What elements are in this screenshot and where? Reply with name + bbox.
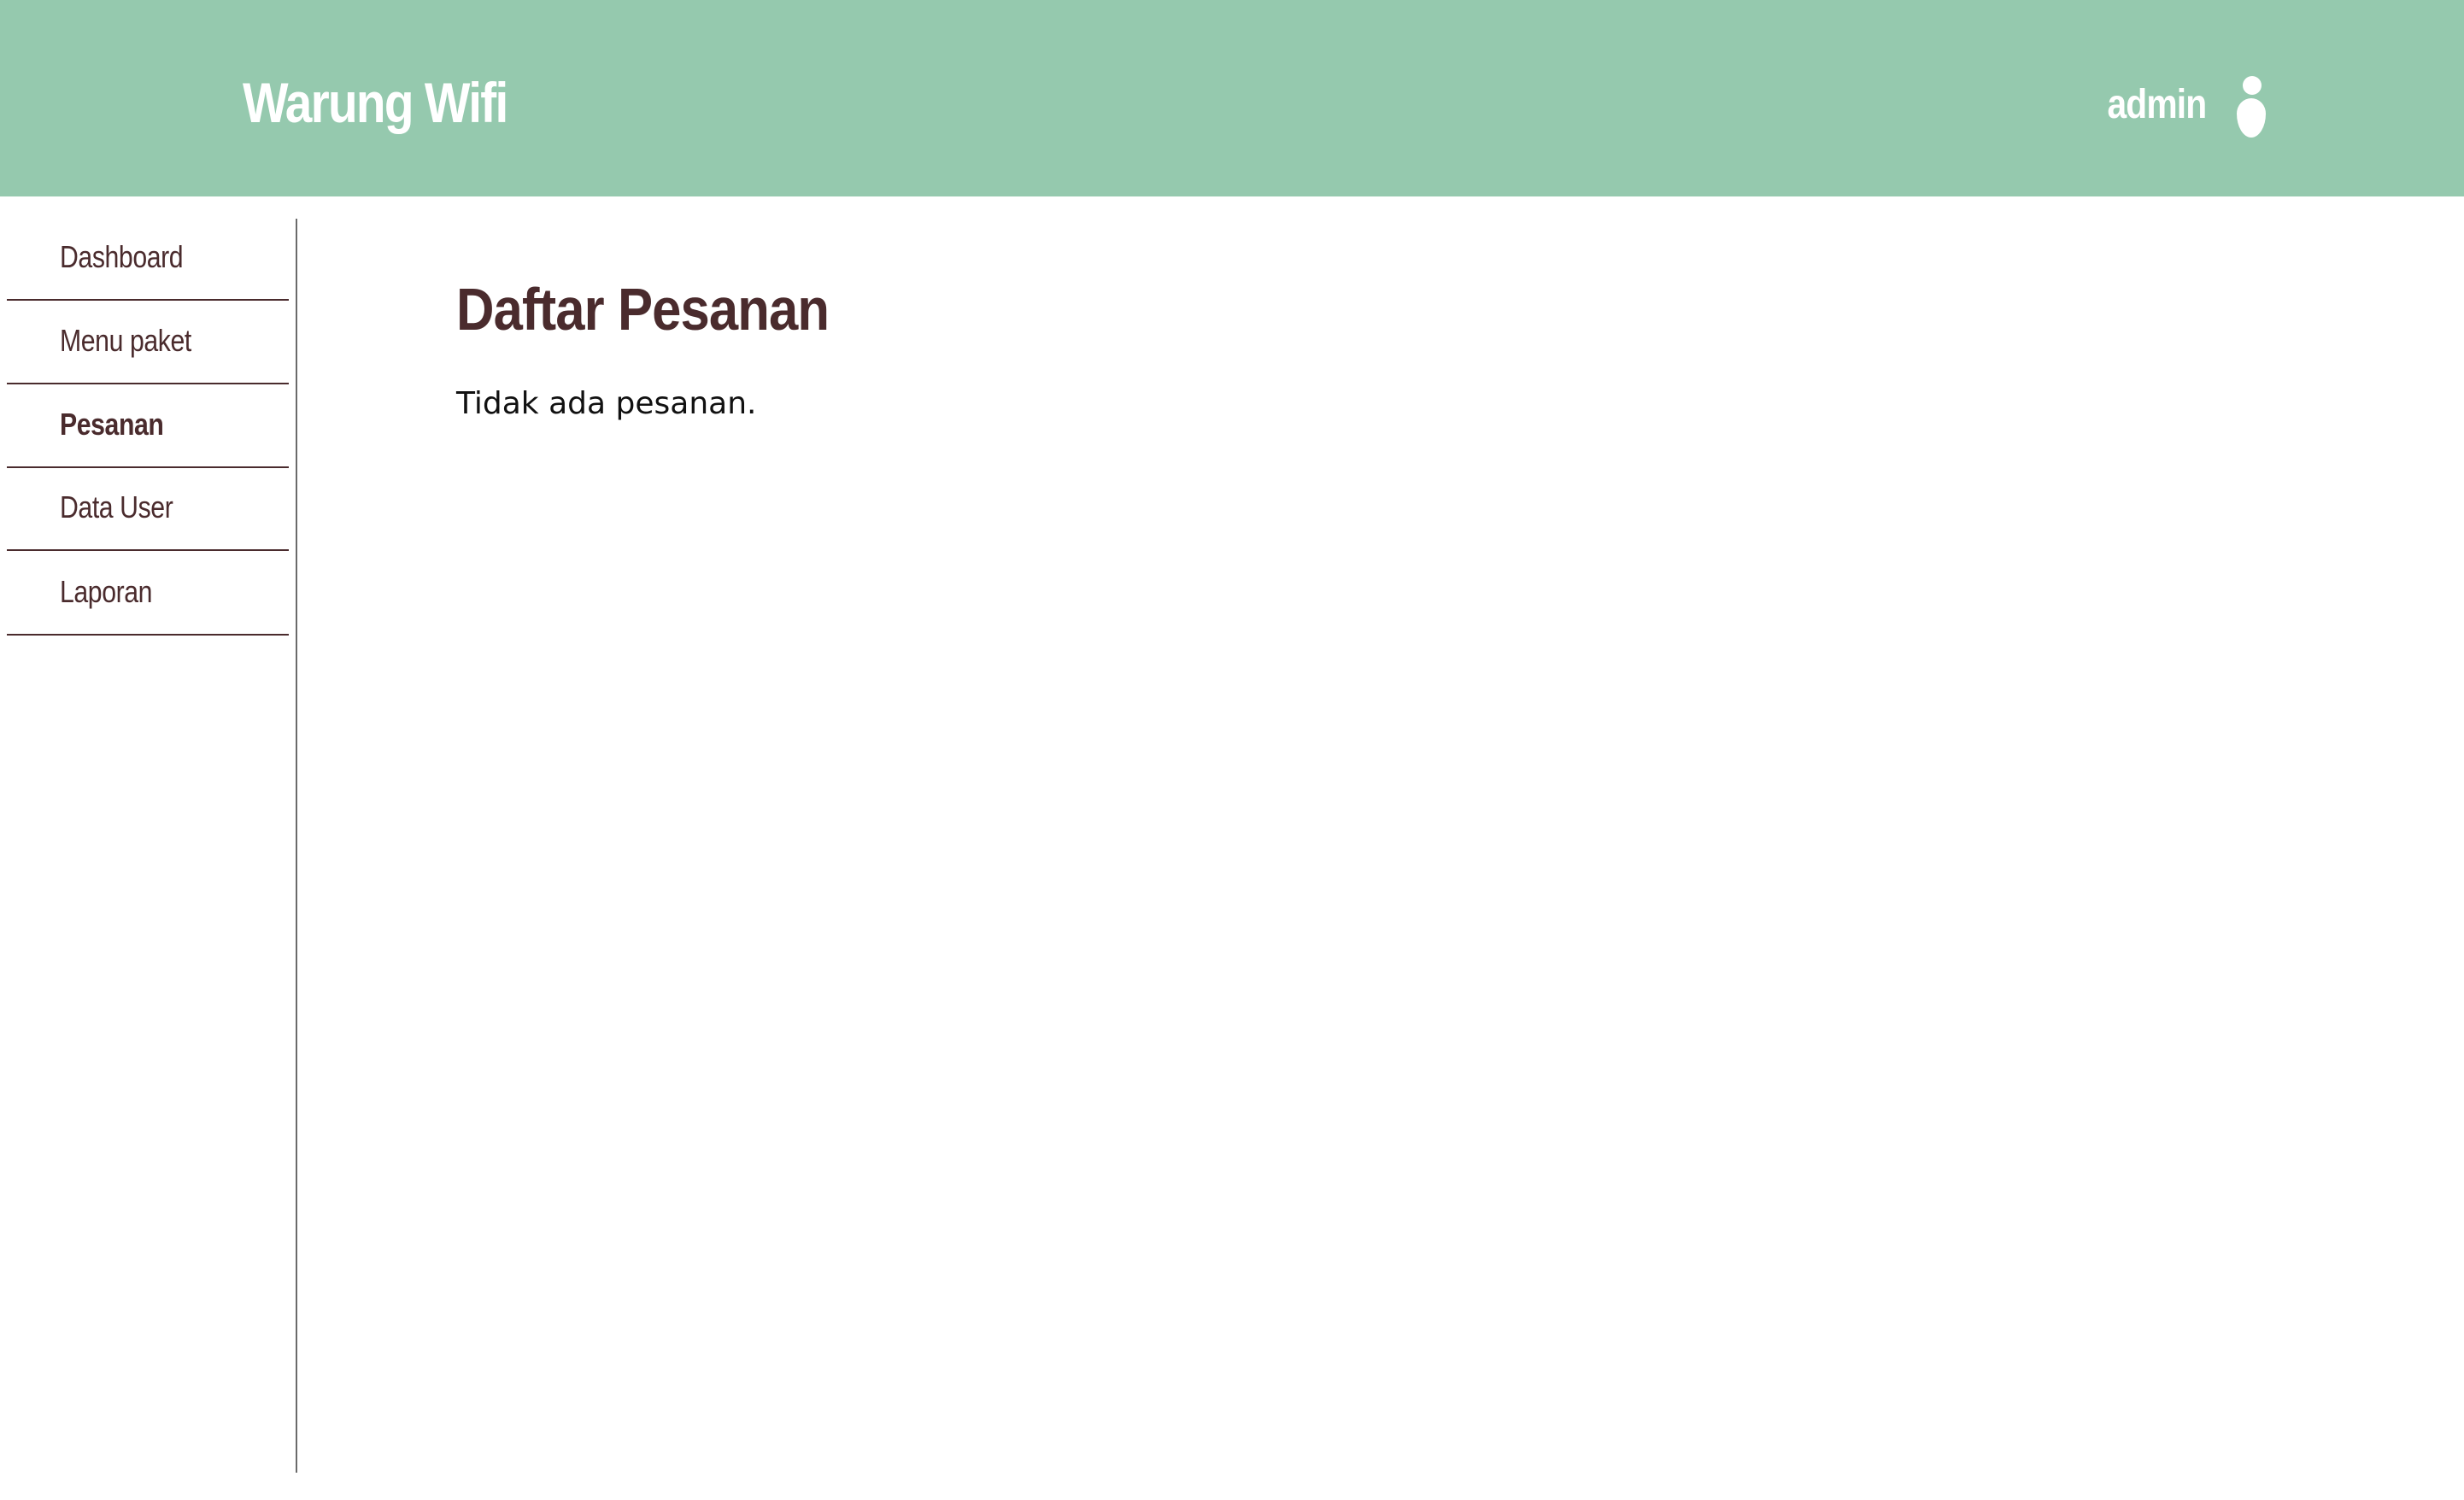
sidebar-item-data-user[interactable]: Data User: [7, 469, 289, 551]
user-icon-body: [2237, 98, 2266, 138]
user-icon[interactable]: [2235, 76, 2267, 139]
brand-title[interactable]: Warung Wifi: [243, 60, 508, 145]
empty-orders-message: Tidak ada pesanan.: [456, 386, 757, 421]
sidebar-item-dashboard[interactable]: Dashboard: [7, 219, 289, 301]
sidebar-item-label: Dashboard: [60, 239, 184, 274]
sidebar-item-label: Laporan: [60, 574, 153, 609]
sidebar-item-menu-paket[interactable]: Menu paket: [7, 302, 289, 384]
top-header: Warung Wifi admin: [0, 0, 2464, 196]
sidebar-item-pesanan[interactable]: Pesanan: [7, 386, 289, 468]
user-icon-head: [2243, 76, 2262, 95]
sidebar: Dashboard Menu paket Pesanan Data User L…: [0, 219, 297, 1473]
sidebar-item-label: Pesanan: [60, 407, 164, 442]
sidebar-item-label: Data User: [60, 489, 173, 524]
page-title: Daftar Pesanan: [456, 276, 830, 343]
sidebar-item-label: Menu paket: [60, 323, 191, 358]
username-label[interactable]: admin: [2107, 81, 2207, 128]
sidebar-item-laporan[interactable]: Laporan: [7, 554, 289, 636]
user-menu[interactable]: admin: [2090, 67, 2267, 142]
